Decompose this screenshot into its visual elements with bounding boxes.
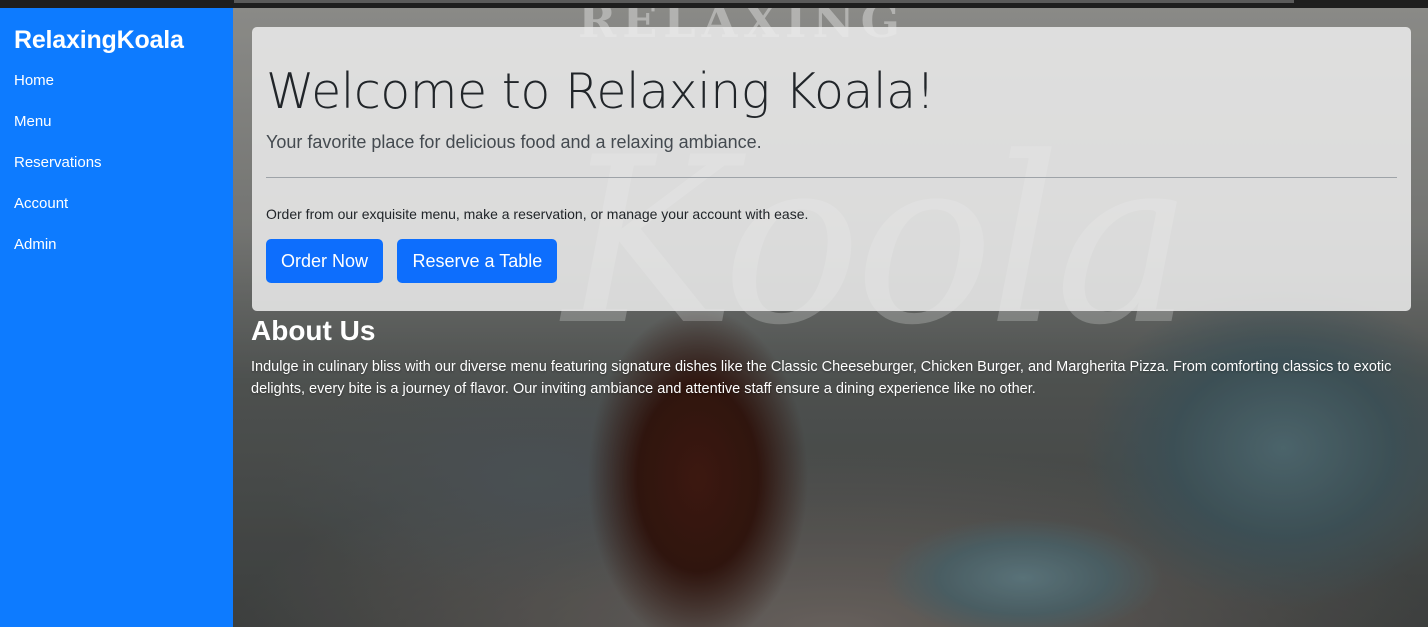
sidebar-item-menu[interactable]: Menu	[14, 112, 219, 153]
hero-divider	[266, 177, 1397, 178]
reserve-table-button[interactable]: Reserve a Table	[397, 239, 558, 283]
hero-actions: Order Now Reserve a Table	[266, 239, 1397, 283]
sidebar-item-account[interactable]: Account	[14, 194, 219, 235]
browser-tab-strip	[234, 0, 1294, 3]
browser-top-strip	[0, 0, 1428, 8]
about-text: Indulge in culinary bliss with our diver…	[251, 359, 1392, 397]
about-section: About Us Indulge in culinary bliss with …	[251, 314, 1421, 400]
hero-lead: Your favorite place for delicious food a…	[266, 132, 762, 152]
sidebar-item-admin[interactable]: Admin	[14, 235, 219, 276]
sidebar-item-reservations[interactable]: Reservations	[14, 153, 219, 194]
order-now-button[interactable]: Order Now	[266, 239, 384, 283]
page-title: Welcome to Relaxing Koala!	[266, 63, 935, 120]
hero-description: Order from our exquisite menu, make a re…	[266, 206, 809, 222]
sidebar: RelaxingKoala Home Menu Reservations Acc…	[0, 8, 233, 627]
sidebar-item-home[interactable]: Home	[14, 71, 219, 112]
welcome-jumbotron: Welcome to Relaxing Koala! Your favorite…	[252, 27, 1411, 311]
about-title: About Us	[251, 315, 376, 346]
main-content: RELAXING Koola Welcome to Relaxing Koala…	[233, 8, 1428, 627]
brand-logo[interactable]: RelaxingKoala	[14, 26, 219, 55]
